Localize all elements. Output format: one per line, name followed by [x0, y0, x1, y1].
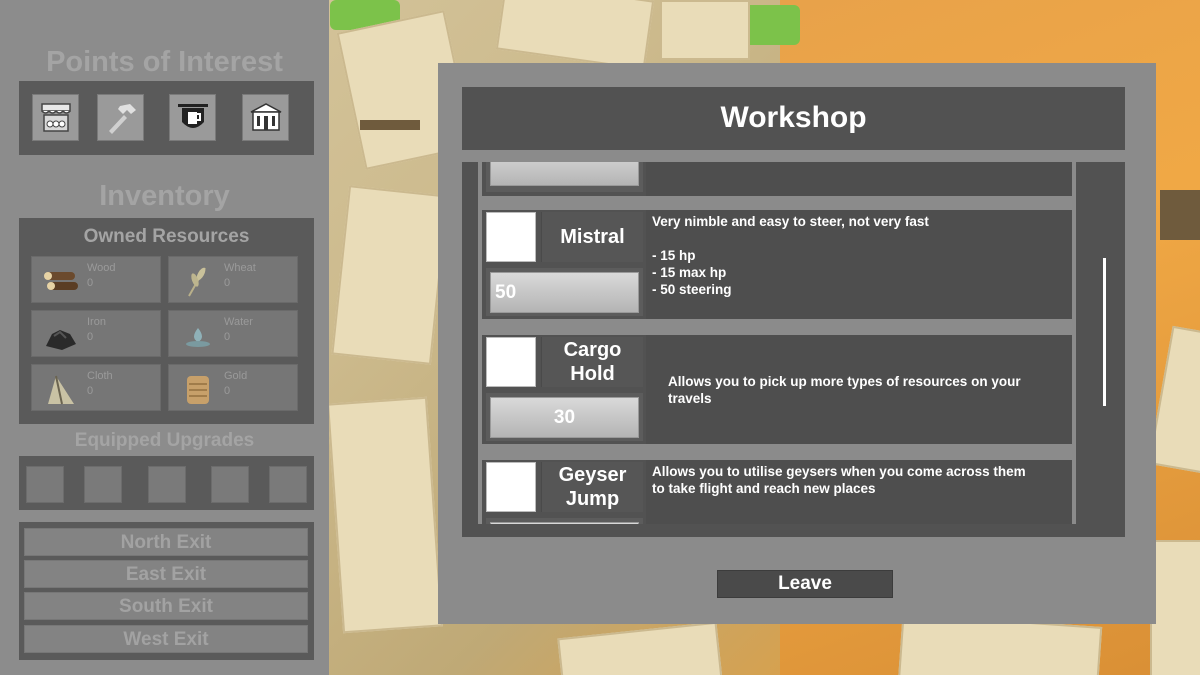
gold-icon: [187, 376, 209, 404]
buy-button[interactable]: 50: [490, 272, 639, 313]
upgrade-slot[interactable]: [84, 466, 122, 503]
resource-count: 0: [224, 385, 231, 397]
buy-button[interactable]: [490, 522, 639, 524]
inventory-title: Inventory: [99, 180, 230, 212]
resource-name: Cloth: [87, 370, 113, 382]
hammer-icon: [108, 103, 136, 134]
resource-name: Iron: [87, 316, 106, 328]
market-stall-icon: [40, 102, 71, 132]
resource-water: Water 0: [168, 310, 298, 357]
upgrade-checkbox[interactable]: [486, 212, 536, 262]
upgrade-row-cargo-hold: Cargo Hold 30 Allows you to pick up more…: [482, 335, 1072, 444]
upgrade-slot[interactable]: [211, 466, 249, 503]
resource-count: 0: [87, 385, 94, 397]
upgrade-checkbox[interactable]: [486, 462, 536, 512]
upgrade-slot[interactable]: [269, 466, 307, 503]
sidebar: Points of Interest Inventory Owned Resou…: [0, 0, 329, 675]
upgrade-description: Very nimble and easy to steer, not very …: [646, 210, 1072, 319]
upgrade-description: Allows you to pick up more types of reso…: [646, 335, 1072, 444]
resource-cloth: Cloth 0: [31, 364, 161, 411]
resource-count: 0: [224, 331, 231, 343]
south-exit-button[interactable]: South Exit: [24, 592, 308, 620]
west-exit-button[interactable]: West Exit: [24, 625, 308, 653]
east-exit-button[interactable]: East Exit: [24, 560, 308, 588]
upgrade-name: Cargo Hold: [541, 337, 643, 387]
poi-tavern-button[interactable]: [169, 94, 216, 141]
upgrade-row-geyser-jump: Geyser Jump Allows you to utilise geyser…: [482, 460, 1072, 524]
upgrade-list-viewport[interactable]: Mistral 50 Very nimble and easy to steer…: [478, 162, 1076, 524]
leave-button[interactable]: Leave: [717, 570, 893, 598]
tavern-sign-icon: [177, 103, 208, 128]
resource-name: Gold: [224, 370, 248, 382]
resource-count: 0: [87, 331, 94, 343]
poi-panel: [19, 81, 314, 155]
upgrade-list: Mistral 50 Very nimble and easy to steer…: [462, 162, 1125, 537]
upgrade-price-panel: 50: [486, 268, 643, 316]
buy-button[interactable]: 30: [490, 397, 639, 438]
resource-name: Wheat: [224, 262, 256, 274]
resource-count: 0: [87, 277, 94, 289]
upgrade-row-partial: [482, 162, 1072, 196]
poi-title: Points of Interest: [46, 46, 283, 78]
upgrade-name: Mistral: [541, 212, 643, 262]
equipped-upgrades-title: Equipped Upgrades: [74, 430, 255, 451]
iron-icon: [46, 330, 76, 350]
workshop-title: Workshop: [462, 87, 1125, 150]
equipped-upgrades-panel: [19, 456, 314, 510]
wheat-icon: [188, 267, 206, 297]
resource-wheat: Wheat 0: [168, 256, 298, 303]
resource-name: Water: [224, 316, 253, 328]
workshop-modal: Workshop Mistral 50 Very nimble and easy…: [438, 63, 1156, 624]
resource-count: 0: [224, 277, 231, 289]
upgrade-name: Geyser Jump: [541, 462, 643, 512]
north-exit-button[interactable]: North Exit: [24, 528, 308, 556]
wood-icon: [44, 272, 78, 290]
upgrade-description: Allows you to utilise geysers when you c…: [646, 460, 1072, 524]
resource-iron: Iron 0: [31, 310, 161, 357]
poi-townhall-button[interactable]: [242, 94, 289, 141]
owned-resources-panel: Owned Resources Wood 0 Wheat 0 Iron 0 Wa…: [19, 218, 314, 424]
town-hall-icon: [250, 102, 281, 131]
water-icon: [186, 328, 210, 347]
upgrade-slot[interactable]: [148, 466, 186, 503]
cloth-icon: [48, 375, 74, 405]
upgrade-checkbox[interactable]: [486, 337, 536, 387]
upgrade-row-mistral: Mistral 50 Very nimble and easy to steer…: [482, 210, 1072, 319]
exits-panel: North Exit East Exit South Exit West Exi…: [19, 522, 314, 660]
resource-name: Wood: [87, 262, 116, 274]
resource-gold: Gold 0: [168, 364, 298, 411]
poi-market-button[interactable]: [32, 94, 79, 141]
upgrade-price-panel: 30: [486, 393, 643, 441]
list-scrollbar[interactable]: [1103, 258, 1106, 406]
upgrade-price-panel: [486, 518, 643, 524]
upgrade-slot[interactable]: [26, 466, 64, 503]
resource-wood: Wood 0: [31, 256, 161, 303]
poi-workshop-button[interactable]: [97, 94, 144, 141]
owned-resources-title: Owned Resources: [83, 226, 250, 247]
